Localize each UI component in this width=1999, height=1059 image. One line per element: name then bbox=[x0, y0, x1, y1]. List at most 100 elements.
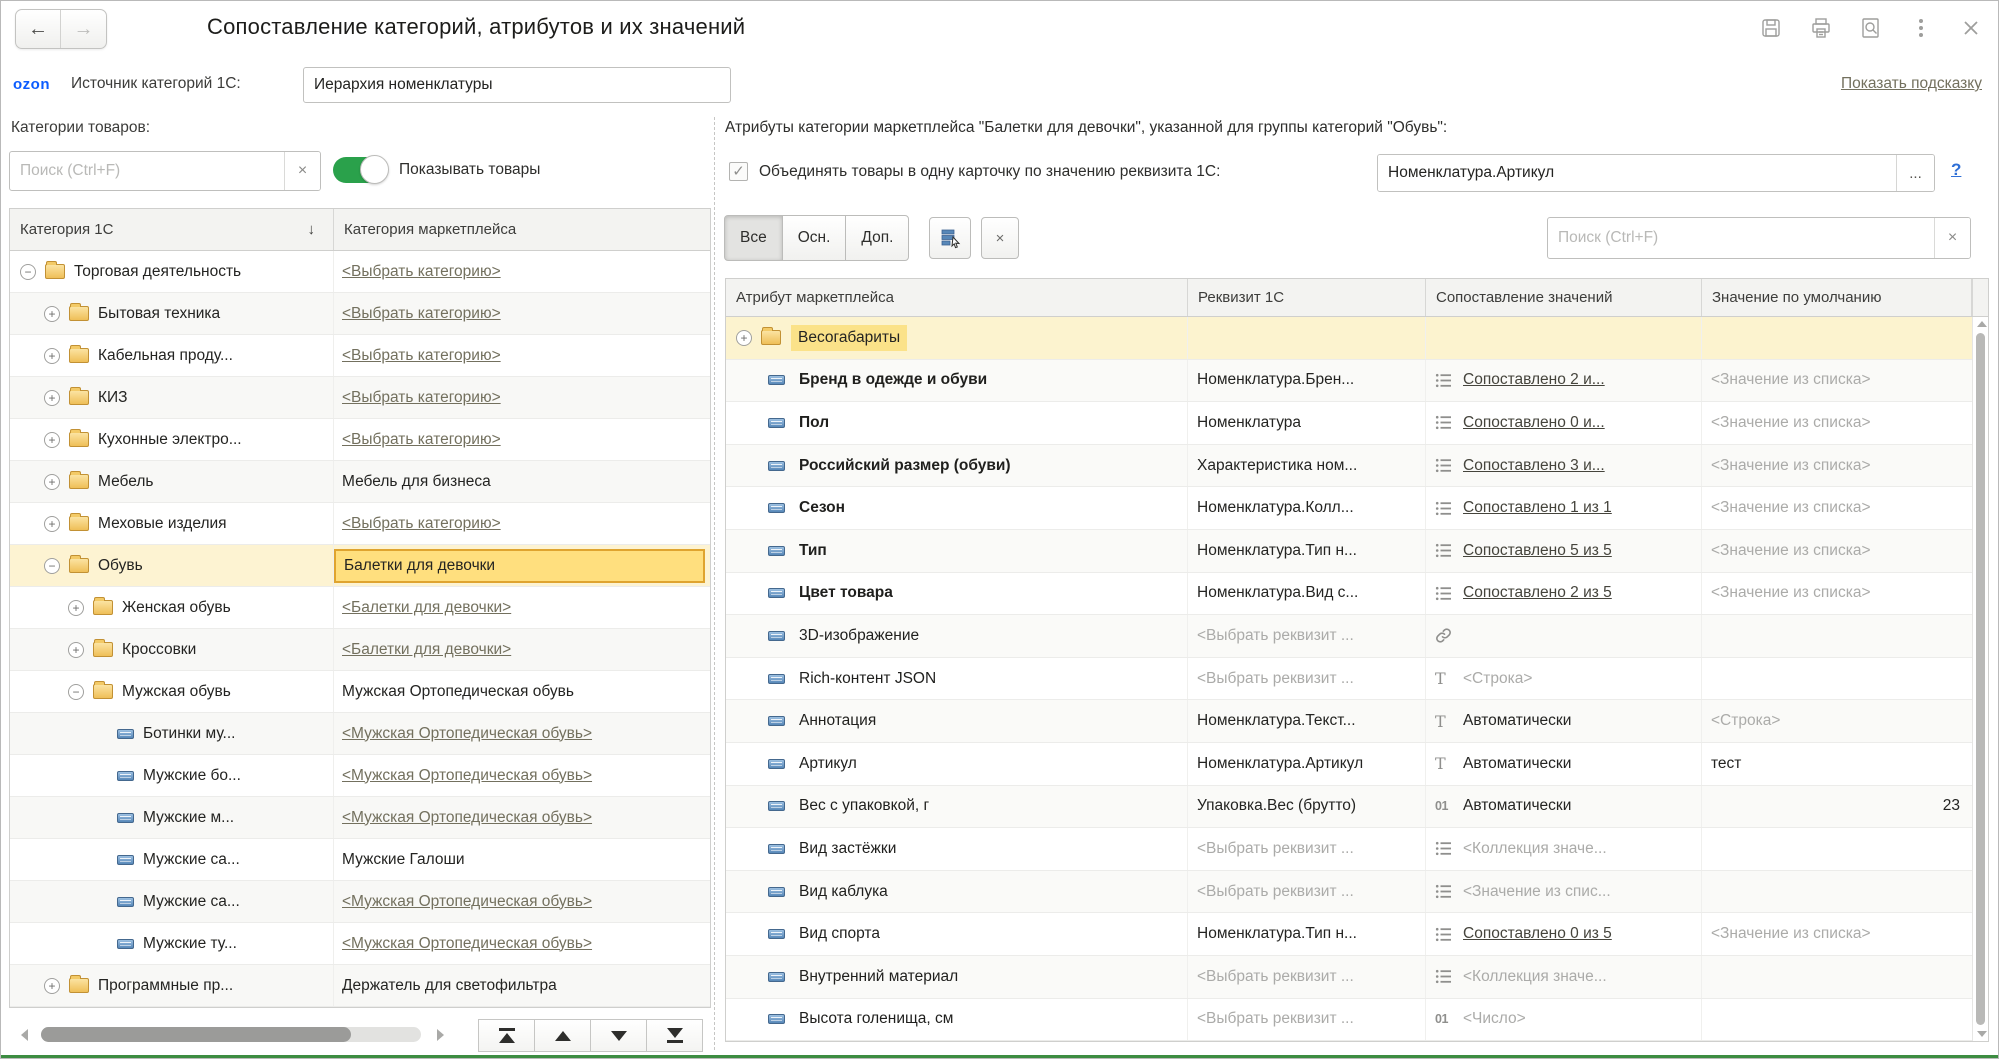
scrollbar-track[interactable] bbox=[41, 1027, 421, 1042]
market-category-cell[interactable]: <Балетки для девочки> bbox=[334, 629, 710, 670]
mapping-cell[interactable]: Сопоставлено 5 из 5 bbox=[1426, 530, 1702, 572]
attributes-search-clear-button[interactable]: × bbox=[1934, 218, 1970, 258]
market-category-value[interactable]: <Мужская Ортопедическая обувь> bbox=[342, 809, 592, 827]
tab-[interactable]: Доп. bbox=[845, 215, 909, 261]
category-row[interactable]: Мужские ту... <Мужская Ортопедическая об… bbox=[10, 923, 710, 965]
attribute-name-cell[interactable]: Артикул bbox=[726, 743, 1188, 785]
categories-search-input[interactable] bbox=[10, 152, 284, 190]
attribute-name-cell[interactable]: 3D-изображение bbox=[726, 615, 1188, 657]
category-row[interactable]: Ботинки му... <Мужская Ортопедическая об… bbox=[10, 713, 710, 755]
attribute-name-cell[interactable]: Rich-контент JSON bbox=[726, 658, 1188, 700]
rekvizit-cell[interactable]: Номенклатура.Тип н... bbox=[1188, 530, 1426, 572]
rekvizit-1c-value[interactable]: Упаковка.Вес (брутто) bbox=[1197, 797, 1356, 815]
default-value-cell[interactable]: <Значение из списка> bbox=[1702, 402, 1972, 444]
rekvizit-1c-value[interactable]: <Выбрать реквизит ... bbox=[1197, 670, 1354, 688]
category-cell[interactable]: + Мебель bbox=[10, 461, 334, 502]
market-category-cell[interactable]: <Балетки для девочки> bbox=[334, 587, 710, 628]
market-category-value[interactable]: <Выбрать категорию> bbox=[342, 515, 501, 533]
attribute-row[interactable]: Вид спорта Номенклатура.Тип н... Сопоста… bbox=[726, 913, 1972, 956]
rekvizit-cell[interactable]: Номенклатура.Колл... bbox=[1188, 487, 1426, 529]
default-value-cell[interactable]: тест bbox=[1702, 743, 1972, 785]
market-category-value[interactable]: Мебель для бизнеса bbox=[342, 473, 491, 491]
panel-separator[interactable] bbox=[714, 117, 715, 1050]
market-category-value[interactable]: <Выбрать категорию> bbox=[342, 431, 501, 449]
merge-rekvizit-input[interactable] bbox=[1378, 155, 1896, 191]
rekvizit-1c-value[interactable]: <Выбрать реквизит ... bbox=[1197, 968, 1354, 986]
category-row[interactable]: + Женская обувь <Балетки для девочки> bbox=[10, 587, 710, 629]
default-value-cell[interactable] bbox=[1702, 956, 1972, 998]
market-category-cell[interactable]: <Выбрать категорию> bbox=[334, 293, 710, 334]
attribute-name-cell[interactable]: Тип bbox=[726, 530, 1188, 572]
rekvizit-cell[interactable]: Номенклатура.Брен... bbox=[1188, 360, 1426, 402]
default-value-cell[interactable]: <Значение из списка> bbox=[1702, 913, 1972, 955]
category-cell[interactable]: − Торговая деятельность bbox=[10, 251, 334, 292]
attribute-name-cell[interactable]: Высота голенища, см bbox=[726, 999, 1188, 1041]
merge-checkbox[interactable]: ✓ bbox=[729, 162, 748, 181]
market-category-value[interactable]: <Выбрать категорию> bbox=[342, 263, 501, 281]
category-cell[interactable]: + Бытовая техника bbox=[10, 293, 334, 334]
show-products-toggle[interactable] bbox=[333, 157, 381, 183]
market-category-value[interactable]: Мужская Ортопедическая обувь bbox=[342, 683, 574, 701]
default-value[interactable]: 23 bbox=[1711, 797, 1972, 815]
market-category-cell[interactable]: <Мужская Ортопедическая обувь> bbox=[334, 713, 710, 754]
scroll-up-button[interactable] bbox=[534, 1019, 591, 1052]
rekvizit-1c-value[interactable]: Номенклатура.Тип н... bbox=[1197, 925, 1357, 943]
default-value-cell[interactable] bbox=[1702, 999, 1972, 1041]
mapping-cell[interactable]: T <Строка> bbox=[1426, 658, 1702, 700]
category-row[interactable]: − Мужская обувь Мужская Ортопедическая о… bbox=[10, 671, 710, 713]
market-category-cell[interactable]: <Мужская Ортопедическая обувь> bbox=[334, 797, 710, 838]
category-row[interactable]: + Программные пр... Держатель для светоф… bbox=[10, 965, 710, 1007]
rekvizit-cell[interactable] bbox=[1188, 317, 1426, 359]
expand-icon[interactable]: + bbox=[44, 978, 60, 994]
rekvizit-cell[interactable]: Номенклатура.Артикул bbox=[1188, 743, 1426, 785]
category-cell[interactable]: + Женская обувь bbox=[10, 587, 334, 628]
mapping-value[interactable]: Автоматически bbox=[1463, 797, 1571, 815]
market-category-cell[interactable]: Мужские Галоши bbox=[334, 839, 710, 880]
expand-icon[interactable]: + bbox=[44, 306, 60, 322]
rekvizit-cell[interactable]: Упаковка.Вес (брутто) bbox=[1188, 786, 1426, 828]
attribute-row[interactable]: Внутренний материал <Выбрать реквизит ..… bbox=[726, 956, 1972, 999]
forward-button[interactable]: → bbox=[61, 10, 106, 48]
default-value[interactable]: <Значение из списка> bbox=[1711, 371, 1871, 389]
market-category-cell[interactable]: <Выбрать категорию> bbox=[334, 251, 710, 292]
mapping-cell[interactable]: <Коллекция значе... bbox=[1426, 956, 1702, 998]
mapping-cell[interactable]: Сопоставлено 3 и... bbox=[1426, 445, 1702, 487]
clear-selection-button[interactable]: × bbox=[981, 217, 1019, 259]
market-category-value[interactable]: <Балетки для девочки> bbox=[342, 599, 511, 617]
expand-icon[interactable]: + bbox=[736, 330, 752, 346]
market-category-cell[interactable]: Балетки для девочки bbox=[334, 545, 710, 586]
category-row[interactable]: + Меховые изделия <Выбрать категорию> bbox=[10, 503, 710, 545]
rekvizit-1c-value[interactable]: <Выбрать реквизит ... bbox=[1197, 1010, 1354, 1028]
rekvizit-cell[interactable]: Характеристика ном... bbox=[1188, 445, 1426, 487]
market-category-value[interactable]: Балетки для девочки bbox=[334, 549, 705, 583]
default-value-cell[interactable]: <Значение из списка> bbox=[1702, 530, 1972, 572]
market-category-cell[interactable]: <Выбрать категорию> bbox=[334, 377, 710, 418]
rekvizit-1c-value[interactable]: <Выбрать реквизит ... bbox=[1197, 627, 1354, 645]
default-value[interactable]: тест bbox=[1711, 755, 1741, 773]
market-category-value[interactable]: <Выбрать категорию> bbox=[342, 389, 501, 407]
attribute-row[interactable]: Пол Номенклатура Сопоставлено 0 и... <Зн… bbox=[726, 402, 1972, 445]
market-category-cell[interactable]: <Мужская Ортопедическая обувь> bbox=[334, 881, 710, 922]
column-header-category-1c[interactable]: Категория 1С ↓ bbox=[10, 209, 334, 250]
category-row[interactable]: − Торговая деятельность <Выбрать категор… bbox=[10, 251, 710, 293]
default-value[interactable]: <Значение из списка> bbox=[1711, 457, 1871, 475]
default-value-cell[interactable] bbox=[1702, 871, 1972, 913]
mapping-cell[interactable]: Сопоставлено 0 из 5 bbox=[1426, 913, 1702, 955]
scroll-to-top-button[interactable] bbox=[478, 1019, 535, 1052]
category-cell[interactable]: Мужские са... bbox=[10, 881, 334, 922]
category-cell[interactable]: Мужские ту... bbox=[10, 923, 334, 964]
expand-icon[interactable]: + bbox=[44, 432, 60, 448]
attribute-name-cell[interactable]: Пол bbox=[726, 402, 1188, 444]
more-button[interactable] bbox=[1908, 15, 1934, 41]
rekvizit-1c-value[interactable]: Номенклатура.Колл... bbox=[1197, 499, 1354, 517]
market-category-cell[interactable]: <Выбрать категорию> bbox=[334, 335, 710, 376]
rekvizit-1c-value[interactable]: Номенклатура.Вид с... bbox=[1197, 584, 1358, 602]
category-row[interactable]: + КИЗ <Выбрать категорию> bbox=[10, 377, 710, 419]
tab-[interactable]: Осн. bbox=[782, 215, 847, 261]
default-value[interactable]: <Значение из списка> bbox=[1711, 584, 1871, 602]
scroll-to-bottom-button[interactable] bbox=[646, 1019, 703, 1052]
mapping-cell[interactable] bbox=[1426, 317, 1702, 359]
category-cell[interactable]: Ботинки му... bbox=[10, 713, 334, 754]
expand-icon[interactable]: − bbox=[44, 558, 60, 574]
category-row[interactable]: + Кухонные электро... <Выбрать категорию… bbox=[10, 419, 710, 461]
